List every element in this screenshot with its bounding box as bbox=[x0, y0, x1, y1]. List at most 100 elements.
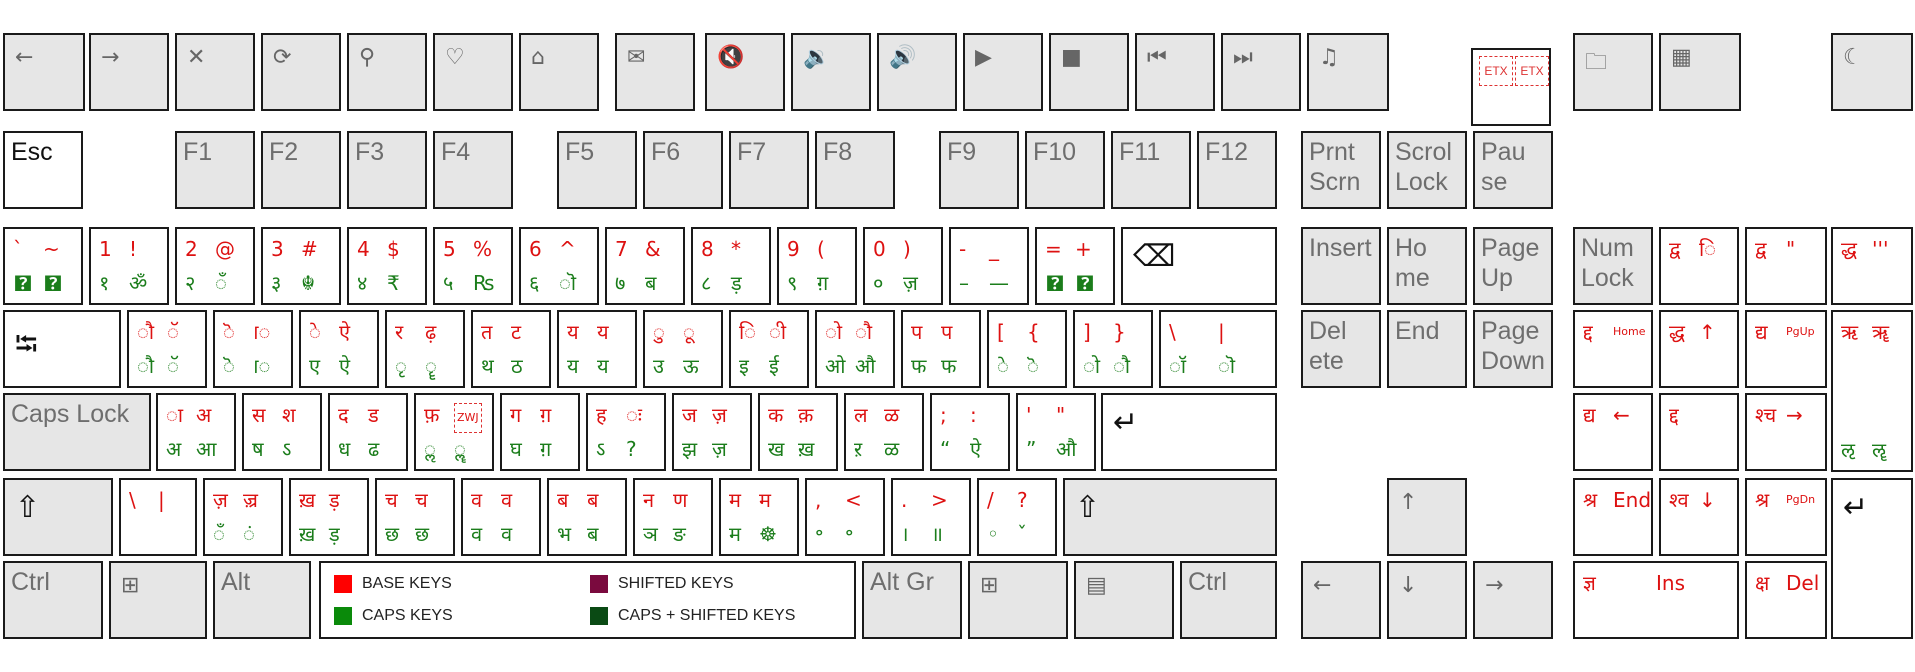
key-arrow-up[interactable]: ↑ bbox=[1387, 478, 1467, 556]
key-media-prev[interactable]: ⏮ bbox=[1135, 33, 1215, 111]
key-left-ctrl[interactable]: Ctrl bbox=[3, 561, 103, 639]
key-delete[interactable]: Del ete bbox=[1301, 310, 1381, 388]
key-key-7[interactable]: 7 & ७ ब bbox=[605, 227, 685, 305]
key-left-win[interactable]: ⊞ bbox=[109, 561, 207, 639]
key-bracket-left[interactable]: [{◌ेॆ bbox=[987, 310, 1067, 388]
key-my-computer[interactable]: 🗀 bbox=[1573, 33, 1653, 111]
key-num-1[interactable]: श्र End bbox=[1573, 478, 1653, 556]
key-f11[interactable]: F11 bbox=[1111, 131, 1191, 209]
key-right-shift[interactable]: ⇧ bbox=[1063, 478, 1277, 556]
key-key-b[interactable]: बबभब bbox=[547, 478, 627, 556]
key-num-3[interactable]: श्र PgDn bbox=[1745, 478, 1827, 556]
key-home[interactable]: Ho me bbox=[1387, 227, 1467, 305]
key-backspace[interactable]: ⌫ bbox=[1121, 227, 1277, 305]
key-pause[interactable]: Pau se bbox=[1473, 131, 1553, 209]
key-key-0[interactable]: 0) ० ज़ bbox=[863, 227, 943, 305]
key-semicolon[interactable]: ;: “ ऐ bbox=[930, 393, 1010, 471]
key-key-m[interactable]: म म म ☸ bbox=[719, 478, 799, 556]
key-f5[interactable]: F5 bbox=[557, 131, 637, 209]
key-key-g[interactable]: ग ग़ घ ग़ bbox=[500, 393, 580, 471]
key-key-j[interactable]: ज ज़ झ ज़ bbox=[672, 393, 752, 471]
key-key-k[interactable]: क क़ ख ख़ bbox=[758, 393, 838, 471]
key-key-n[interactable]: नणञङ bbox=[633, 478, 713, 556]
key-num-plus[interactable]: ऋॠ ऌॡ bbox=[1831, 310, 1913, 472]
key-key-f[interactable]: फ़ ZWJ ◌ॢ ◌ॣ bbox=[414, 393, 494, 471]
key-quote[interactable]: ' " ” औ bbox=[1016, 393, 1096, 471]
key-media-play[interactable]: ▶ bbox=[963, 33, 1043, 111]
key-key-z[interactable]: ज़ ज़्र ◌ँ ◌ं bbox=[203, 478, 283, 556]
key-key-d[interactable]: दडधढ bbox=[328, 393, 408, 471]
key-sleep[interactable]: ☾ bbox=[1831, 33, 1913, 111]
key-key-s[interactable]: सशषऽ bbox=[242, 393, 322, 471]
key-key-x[interactable]: ख़ ड़ ख़ ड़ bbox=[289, 478, 369, 556]
key-enter[interactable]: ↵ bbox=[1101, 393, 1277, 471]
key-key-t[interactable]: तटथठ bbox=[471, 310, 551, 388]
key-key-9[interactable]: 9 (९ ग़ bbox=[777, 227, 857, 305]
key-media-next[interactable]: ⏭ bbox=[1221, 33, 1301, 111]
key-num-divide[interactable]: द्व ◌ि bbox=[1659, 227, 1739, 305]
key-num-5[interactable]: द्द bbox=[1659, 393, 1739, 471]
key-print-screen[interactable]: Prnt Scrn bbox=[1301, 131, 1381, 209]
key-calculator[interactable]: ▦ bbox=[1659, 33, 1741, 111]
key-etx[interactable]: ETX ETX bbox=[1471, 48, 1551, 126]
key-end[interactable]: End bbox=[1387, 310, 1467, 388]
key-f6[interactable]: F6 bbox=[643, 131, 723, 209]
key-media-search[interactable]: ⚲ bbox=[347, 33, 427, 111]
key-f7[interactable]: F7 bbox=[729, 131, 809, 209]
key-minus[interactable]: - _ – — bbox=[949, 227, 1029, 305]
key-page-down[interactable]: Page Down bbox=[1473, 310, 1553, 388]
key-key-e[interactable]: ◌े ऐ ए ऐ bbox=[299, 310, 379, 388]
key-left-alt[interactable]: Alt bbox=[213, 561, 311, 639]
key-key-v[interactable]: वववव bbox=[461, 478, 541, 556]
key-f3[interactable]: F3 bbox=[347, 131, 427, 209]
key-media-stop2[interactable]: ■ bbox=[1049, 33, 1129, 111]
key-key-u[interactable]: ◌ु ◌ू उ ऊ bbox=[643, 310, 723, 388]
key-media-mute[interactable]: 🔇 bbox=[705, 33, 785, 111]
key-menu[interactable]: ▤ bbox=[1074, 561, 1174, 639]
key-backslash[interactable]: \ | ◌ॉ ◌ॊ bbox=[1159, 310, 1277, 388]
key-key-i[interactable]: ◌ि ◌ी इ ई bbox=[729, 310, 809, 388]
key-key-3[interactable]: 3 #३ ☬ bbox=[261, 227, 341, 305]
key-f2[interactable]: F2 bbox=[261, 131, 341, 209]
key-f4[interactable]: F4 bbox=[433, 131, 513, 209]
key-esc[interactable]: Esc bbox=[3, 131, 83, 209]
key-media-stop[interactable]: ✕ bbox=[175, 33, 255, 111]
key-key-8[interactable]: 8 * ८ ड़ bbox=[691, 227, 771, 305]
key-comma[interactable]: , < ॰ ॰ bbox=[805, 478, 885, 556]
key-media-favorites[interactable]: ♡ bbox=[433, 33, 513, 111]
key-num-4[interactable]: द्य ← bbox=[1573, 393, 1653, 471]
key-scroll-lock[interactable]: Scrol Lock bbox=[1387, 131, 1467, 209]
key-right-ctrl[interactable]: Ctrl bbox=[1180, 561, 1277, 639]
key-arrow-left[interactable]: ← bbox=[1301, 561, 1381, 639]
key-num-2[interactable]: श्व ↓ bbox=[1659, 478, 1739, 556]
key-caps-lock[interactable]: Caps Lock bbox=[3, 393, 151, 471]
key-f1[interactable]: F1 bbox=[175, 131, 255, 209]
key-num-minus[interactable]: द्ध ''' bbox=[1831, 227, 1913, 305]
key-page-up[interactable]: Page Up bbox=[1473, 227, 1553, 305]
key-key-o[interactable]: ◌ो ◌ौ ओ औ bbox=[815, 310, 895, 388]
key-right-win[interactable]: ⊞ bbox=[968, 561, 1068, 639]
key-left-shift[interactable]: ⇧ bbox=[3, 478, 113, 556]
key-media-volume-down[interactable]: 🔉 bbox=[791, 33, 871, 111]
key-num-9[interactable]: द्य PgUp bbox=[1745, 310, 1827, 388]
key-intl-backslash[interactable]: \ | bbox=[119, 478, 197, 556]
key-insert[interactable]: Insert bbox=[1301, 227, 1381, 305]
key-media-mail[interactable]: ✉ bbox=[615, 33, 695, 111]
key-media-refresh[interactable]: ⟳ bbox=[261, 33, 341, 111]
key-key-q[interactable]: ◌ौ ◌ॅ ◌ौ ◌ॅ bbox=[127, 310, 207, 388]
key-num-7[interactable]: द्द Home bbox=[1573, 310, 1653, 388]
key-key-h[interactable]: ह ◌ः ऽ? bbox=[586, 393, 666, 471]
key-key-y[interactable]: यययय bbox=[557, 310, 637, 388]
key-media-music[interactable]: ♫ bbox=[1307, 33, 1389, 111]
key-media-back[interactable]: ← bbox=[3, 33, 85, 111]
key-arrow-right[interactable]: → bbox=[1473, 561, 1553, 639]
key-f12[interactable]: F12 bbox=[1197, 131, 1277, 209]
key-alt-gr[interactable]: Alt Gr bbox=[862, 561, 962, 639]
key-media-home[interactable]: ⌂ bbox=[519, 33, 599, 111]
key-key-4[interactable]: 4 $४ ₹ bbox=[347, 227, 427, 305]
key-f10[interactable]: F10 bbox=[1025, 131, 1105, 209]
key-key-6[interactable]: 6 ^ ६ॊ bbox=[519, 227, 599, 305]
key-key-p[interactable]: पपफफ bbox=[901, 310, 981, 388]
key-backtick[interactable]: ` ~ 🯄 🯄 bbox=[3, 227, 83, 305]
key-num-decimal[interactable]: क्ष Del bbox=[1745, 561, 1827, 639]
